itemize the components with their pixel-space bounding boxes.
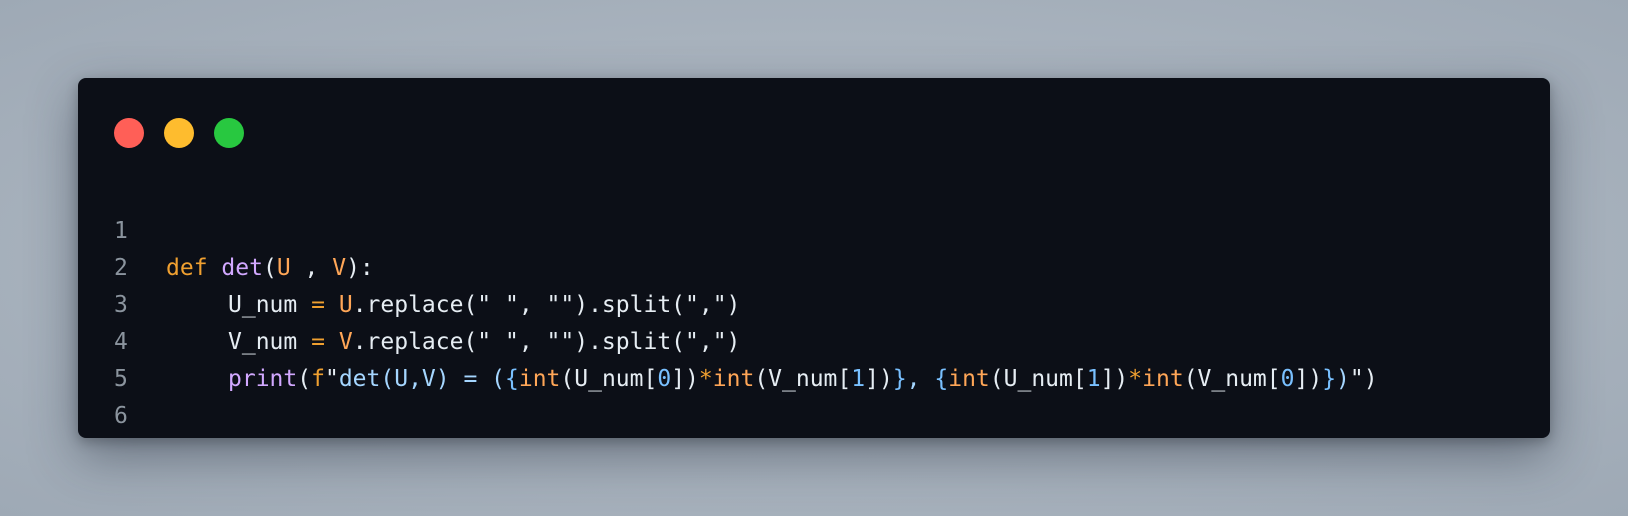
code-window: 1 def det(U , V): 2 U_num = U.replace(" … xyxy=(78,78,1550,438)
code-line: 2 U_num = U.replace(" ", "").split(",") xyxy=(78,213,1550,318)
close-dot-icon[interactable] xyxy=(114,118,144,148)
code-line: 5 xyxy=(78,324,1550,392)
minimize-dot-icon[interactable] xyxy=(164,118,194,148)
code-line: 4 print(f"det(U,V) = ({int(U_num[0])*int… xyxy=(78,287,1550,392)
maximize-dot-icon[interactable] xyxy=(214,118,244,148)
code-line: 3 V_num = V.replace(" ", "").split(",") xyxy=(78,250,1550,355)
code-block: 1 def det(U , V): 2 U_num = U.replace(" … xyxy=(78,176,1550,429)
code-line: 6 xyxy=(78,361,1550,429)
line-number: 6 xyxy=(114,403,128,429)
code-line: 1 def det(U , V): xyxy=(78,176,1550,281)
